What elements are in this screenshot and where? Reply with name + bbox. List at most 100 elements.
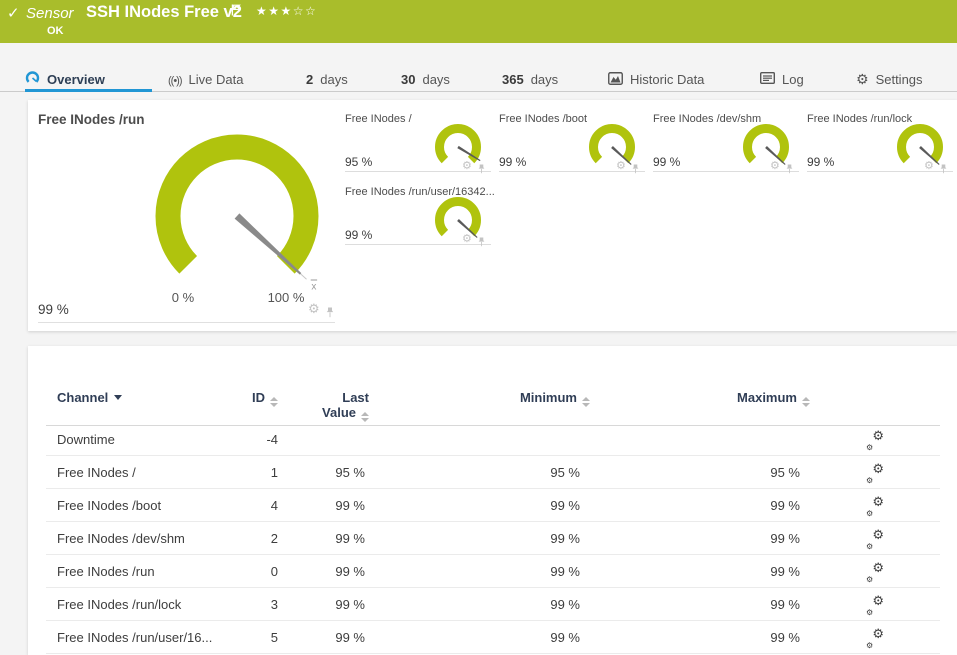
tab-label: days: [320, 72, 348, 87]
gauge-value: 99 %: [499, 155, 527, 169]
cell-min: 99 %: [550, 597, 580, 612]
col-header-label: Minimum: [519, 390, 577, 405]
tab-bar: Overview ((•)) Live Data 2 days 30 days 365 days…: [0, 43, 957, 92]
gauge-value: 99 %: [653, 155, 681, 169]
gauge-value: 95 %: [345, 155, 373, 169]
col-header-last[interactable]: Last Value: [309, 390, 369, 422]
gauge-card-free-inodes-run-lock: Free INodes /run/lock 99 % ⚙: [807, 110, 953, 174]
cell-id: 3: [270, 597, 278, 612]
tab-label: days: [530, 72, 559, 87]
tab-settings[interactable]: ⚙ Settings: [856, 67, 923, 92]
cell-id: 2: [270, 531, 278, 546]
gauge-value: 99 %: [807, 155, 835, 169]
tab-label: Overview: [47, 72, 105, 87]
primary-gauge-title: Free INodes /run: [38, 112, 145, 127]
table-row: Free INodes /run 0 99 % 99 % 99 % ⚙ ⚙: [28, 555, 957, 588]
channel-settings-gears-icon[interactable]: ⚙ ⚙: [866, 429, 884, 452]
channel-settings-gears-icon[interactable]: ⚙ ⚙: [866, 594, 884, 617]
gear-icon: ⚙: [856, 72, 869, 88]
pin-icon[interactable]: [631, 161, 640, 179]
channel-gear-icon[interactable]: ⚙: [462, 159, 472, 172]
primary-gauge: x: [155, 134, 319, 292]
stars-filled[interactable]: ★★★: [256, 4, 293, 18]
channel-settings-gears-icon[interactable]: ⚙ ⚙: [866, 528, 884, 551]
tab-log[interactable]: Log: [759, 67, 804, 92]
table-row: Free INodes /run/lock 3 99 % 99 % 99 % ⚙ ⚙: [28, 588, 957, 621]
cell-id: 1: [270, 465, 278, 480]
row-settings: ⚙ ⚙: [848, 555, 903, 588]
tab-365-days[interactable]: 365 days: [502, 67, 558, 92]
channel-settings-gears-icon[interactable]: ⚙ ⚙: [866, 561, 884, 584]
tab-historic-data[interactable]: Historic Data: [608, 67, 704, 92]
log-icon: [759, 71, 776, 87]
pin-icon[interactable]: [477, 161, 486, 179]
table-row: Free INodes /run/user/16... 5 99 % 99 % 99 %…: [28, 621, 957, 654]
priority-stars[interactable]: ★★★☆☆: [256, 4, 317, 18]
channel-gear-icon[interactable]: ⚙: [308, 302, 320, 317]
row-settings: ⚙ ⚙: [848, 456, 903, 489]
channel-gear-icon[interactable]: ⚙: [924, 159, 934, 172]
chart-icon: [608, 71, 623, 88]
gauges-panel: Free INodes /run x 0 % 100 % 99 % ⚙ Free…: [28, 100, 957, 331]
col-header-label: Maximum: [737, 390, 797, 405]
gauge-value: 99 %: [345, 228, 373, 242]
flag-icon[interactable]: [231, 3, 241, 21]
pin-icon[interactable]: [477, 234, 486, 252]
tab-number: 2: [306, 72, 314, 87]
cell-id: -4: [266, 432, 278, 447]
sort-desc-icon: [114, 395, 123, 400]
cell-min: 99 %: [550, 564, 580, 579]
channel-settings-gears-icon[interactable]: ⚙ ⚙: [866, 495, 884, 518]
sensor-header: ✓ Sensor SSH INodes Free v2 ★★★☆☆ OK: [0, 0, 957, 43]
cell-id: 0: [270, 564, 278, 579]
table-row: Free INodes /dev/shm 2 99 % 99 % 99 % ⚙ ⚙: [28, 522, 957, 555]
gauge-card-free-inodes-boot: Free INodes /boot 99 % ⚙: [499, 110, 645, 174]
pin-icon[interactable]: [785, 161, 794, 179]
col-header-id[interactable]: ID: [198, 390, 278, 407]
channel-gear-icon[interactable]: ⚙: [770, 159, 780, 172]
pin-icon[interactable]: [325, 305, 335, 323]
cell-min: 95 %: [550, 465, 580, 480]
tab-number: 30: [401, 72, 416, 87]
channel-gear-icon[interactable]: ⚙: [616, 159, 626, 172]
divider: [38, 322, 335, 323]
cell-id: 4: [270, 498, 278, 513]
tab-30-days[interactable]: 30 days: [401, 67, 450, 92]
cell-max: 99 %: [770, 597, 800, 612]
tab-live-data[interactable]: ((•)) Live Data: [168, 67, 243, 92]
cell-max: 99 %: [770, 564, 800, 579]
tab-label: Historic Data: [630, 72, 705, 87]
gauge-max-label: 100 %: [267, 290, 305, 305]
cell-id: 5: [270, 630, 278, 645]
pin-icon[interactable]: [939, 161, 948, 179]
object-kind-label: Sensor: [26, 5, 74, 22]
channels-table: Channel ID Last Value Minimum Maximum Downti…: [28, 346, 957, 655]
channel-gear-icon[interactable]: ⚙: [462, 232, 472, 245]
cell-min: 99 %: [550, 531, 580, 546]
col-header-min[interactable]: Minimum: [428, 390, 590, 407]
col-header-max[interactable]: Maximum: [648, 390, 810, 407]
tab-overview[interactable]: Overview: [25, 67, 105, 92]
tab-2-days[interactable]: 2 days: [306, 67, 348, 92]
sort-icon: [802, 397, 810, 407]
tab-label: Live Data: [188, 72, 244, 87]
tab-label: Settings: [875, 72, 923, 87]
table-row: Downtime -4 ⚙ ⚙: [28, 423, 957, 456]
col-header-label: Channel: [57, 390, 109, 405]
primary-gauge-value: 99 %: [38, 302, 69, 317]
cell-min: [418, 423, 580, 456]
gauge-min-label: 0 %: [171, 290, 195, 305]
row-divider: [46, 653, 940, 654]
channel-settings-gears-icon[interactable]: ⚙ ⚙: [866, 627, 884, 650]
gauge-card-free-inodes-run-user-16342: Free INodes /run/user/16342... 99 % ⚙: [345, 183, 495, 247]
status-badge: OK: [47, 25, 64, 37]
gauge-card-free-inodes: Free INodes /95 % ⚙: [345, 110, 491, 174]
channel-settings-gears-icon[interactable]: ⚙ ⚙: [866, 462, 884, 485]
cell-last: 99 %: [335, 597, 365, 612]
tab-number: 365: [502, 72, 524, 87]
table-row: Free INodes /boot 4 99 % 99 % 99 % ⚙ ⚙: [28, 489, 957, 522]
cell-last: 99 %: [335, 630, 365, 645]
stars-empty[interactable]: ☆☆: [293, 4, 318, 18]
cell-min: 99 %: [550, 630, 580, 645]
gauge-icon: [25, 71, 40, 88]
